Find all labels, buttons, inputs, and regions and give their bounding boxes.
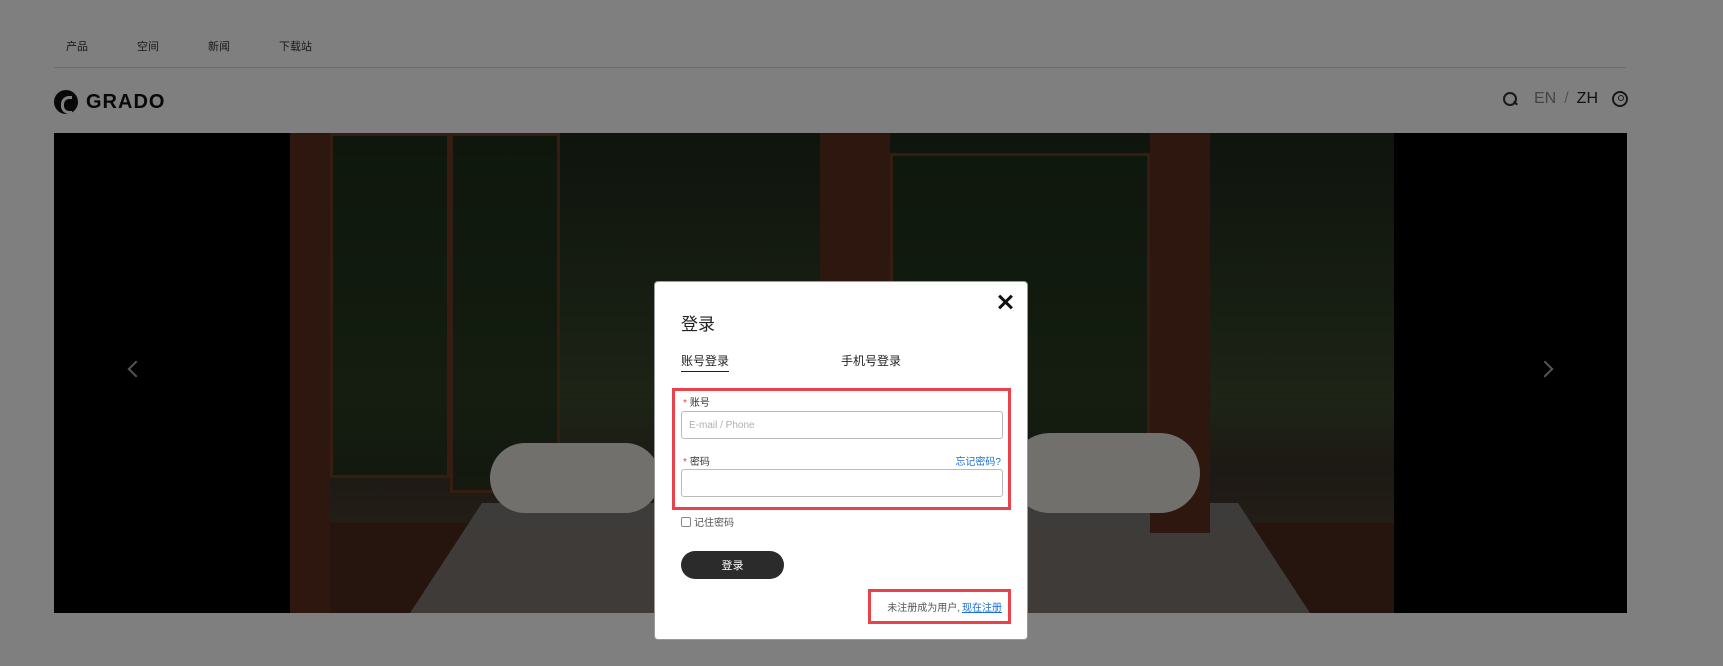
required-mark: *: [683, 457, 687, 468]
password-label: * 密码: [683, 453, 710, 468]
account-input[interactable]: [681, 411, 1003, 439]
remember-password: 记住密码: [681, 514, 734, 529]
account-label: * 账号: [683, 394, 710, 409]
modal-title: 登录: [681, 315, 715, 334]
remember-password-label[interactable]: 记住密码: [694, 514, 734, 529]
required-mark: *: [683, 398, 687, 409]
register-link[interactable]: 现在注册: [962, 599, 1002, 614]
login-modal: 登录 账号登录 手机号登录 *账号 *密码 忘记密码? 记住密码 登录 未注册成…: [654, 281, 1028, 640]
login-button[interactable]: 登录: [681, 551, 784, 579]
remember-password-checkbox[interactable]: [681, 516, 691, 527]
tab-account-login[interactable]: 账号登录: [681, 352, 730, 372]
register-row: 未注册成为用户, 现在注册: [887, 599, 1002, 614]
tab-phone-login[interactable]: 手机号登录: [841, 352, 901, 371]
account-label-text: 账号: [689, 398, 710, 409]
password-input[interactable]: [681, 469, 1003, 497]
register-prompt: 未注册成为用户,: [887, 603, 960, 614]
forgot-password-link[interactable]: 忘记密码?: [955, 453, 1001, 468]
password-label-text: 密码: [689, 457, 710, 468]
close-icon[interactable]: [995, 292, 1015, 312]
